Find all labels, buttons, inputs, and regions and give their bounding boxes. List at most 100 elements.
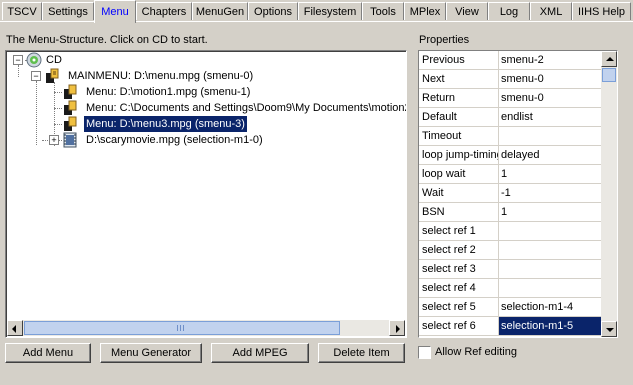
properties-header: Properties [419, 34, 470, 46]
property-value[interactable]: smenu-0 [499, 89, 601, 107]
tab-tools[interactable]: Tools [362, 2, 404, 20]
collapse-toggle[interactable]: − [13, 55, 23, 65]
property-row[interactable]: loop wait 1 [419, 165, 601, 184]
tab-bar: TSCV Settings Menu Chapters MenuGen Opti… [0, 0, 633, 23]
tab-menugen[interactable]: MenuGen [192, 2, 248, 20]
property-row[interactable]: select ref 5 selection-m1-4 [419, 298, 601, 317]
menu-structure-tree[interactable]: − CD − MAINMENU: D:\menu.mpg (smenu-0) M… [5, 50, 407, 338]
collapse-toggle[interactable]: − [31, 71, 41, 81]
menu-generator-button[interactable]: Menu Generator [100, 343, 202, 363]
property-row[interactable]: Previous smenu-2 [419, 51, 601, 70]
property-row[interactable]: loop jump-timing delayed [419, 146, 601, 165]
tab-filesystem[interactable]: Filesystem [298, 2, 362, 20]
scrollbar-thumb[interactable] [602, 68, 616, 82]
tree-item-label: Menu: C:\Documents and Settings\Doom9\My… [86, 102, 406, 114]
properties-grid[interactable]: Previous smenu-2 Next smenu-0 Return smenu-… [418, 50, 618, 338]
cd-icon [26, 52, 42, 68]
tab-menu[interactable]: Menu [94, 0, 136, 23]
arrow-left-icon [12, 325, 16, 333]
tree-horizontal-scrollbar[interactable] [7, 320, 405, 336]
property-row[interactable]: BSN 1 [419, 203, 601, 222]
property-value-selected[interactable]: selection-m1-5 [499, 317, 601, 335]
property-row[interactable]: select ref 6 selection-m1-5 [419, 317, 601, 336]
properties-vertical-scrollbar[interactable] [601, 51, 617, 337]
tab-log[interactable]: Log [488, 2, 530, 20]
property-row[interactable]: Default endlist [419, 108, 601, 127]
tree-item-label: Menu: D:\motion1.mpg (smenu-1) [86, 86, 251, 98]
property-value[interactable]: smenu-2 [499, 51, 601, 69]
property-value[interactable]: smenu-0 [499, 70, 601, 88]
property-value[interactable] [499, 241, 601, 259]
property-row[interactable]: select ref 1 [419, 222, 601, 241]
tree-item-label: CD [46, 54, 62, 66]
arrow-up-icon [606, 57, 614, 61]
property-name: loop jump-timing [419, 146, 499, 164]
property-name: select ref 2 [419, 241, 499, 259]
tree-item-label: Menu: D:\menu3.mpg (smenu-3) [84, 116, 247, 132]
tab-iihs-help[interactable]: IIHS Help [572, 2, 631, 20]
grip-icon [180, 325, 181, 331]
movie-icon [62, 132, 78, 148]
tab-view[interactable]: View [446, 2, 488, 20]
menu-icon [62, 84, 78, 100]
property-value[interactable] [499, 222, 601, 240]
property-value[interactable]: selection-m1-4 [499, 298, 601, 316]
property-value[interactable]: endlist [499, 108, 601, 126]
grip-icon [177, 325, 178, 331]
tree-line [54, 108, 62, 110]
property-name: Timeout [419, 127, 499, 145]
scrollbar-thumb[interactable] [24, 321, 340, 335]
menu-icon [62, 116, 78, 132]
property-value[interactable]: delayed [499, 146, 601, 164]
property-name: BSN [419, 203, 499, 221]
property-row[interactable]: Timeout [419, 127, 601, 146]
tab-options[interactable]: Options [248, 2, 298, 20]
property-name: Previous [419, 51, 499, 69]
property-row[interactable]: Next smenu-0 [419, 70, 601, 89]
menu-icon [44, 68, 60, 84]
arrow-right-icon [396, 325, 400, 333]
property-name: select ref 1 [419, 222, 499, 240]
property-name: Return [419, 89, 499, 107]
property-value[interactable] [499, 127, 601, 145]
add-mpeg-button[interactable]: Add MPEG [211, 343, 309, 363]
property-value[interactable] [499, 260, 601, 278]
scroll-up-button[interactable] [601, 51, 617, 67]
scroll-right-button[interactable] [389, 320, 405, 336]
property-row[interactable]: select ref 3 [419, 260, 601, 279]
property-name: select ref 3 [419, 260, 499, 278]
property-name: Wait [419, 184, 499, 202]
property-row[interactable]: Return smenu-0 [419, 89, 601, 108]
property-value[interactable] [499, 279, 601, 297]
tab-mplex[interactable]: MPlex [404, 2, 446, 20]
expand-toggle[interactable]: + [49, 135, 59, 145]
menu-icon [62, 100, 78, 116]
grip-icon [183, 325, 184, 331]
tab-tscv[interactable]: TSCV [2, 2, 42, 20]
tree-item-label: MAINMENU: D:\menu.mpg (smenu-0) [68, 70, 254, 82]
property-name: loop wait [419, 165, 499, 183]
property-value[interactable]: 1 [499, 165, 601, 183]
scroll-down-button[interactable] [601, 321, 617, 337]
tree-line [54, 92, 62, 94]
property-row[interactable]: select ref 4 [419, 279, 601, 298]
tab-xml[interactable]: XML [530, 2, 572, 20]
property-row[interactable]: Wait -1 [419, 184, 601, 203]
property-value[interactable]: -1 [499, 184, 601, 202]
scroll-left-button[interactable] [7, 320, 23, 336]
add-menu-button[interactable]: Add Menu [5, 343, 91, 363]
delete-item-button[interactable]: Delete Item [318, 343, 405, 363]
property-name: select ref 5 [419, 298, 499, 316]
property-name: Next [419, 70, 499, 88]
tree-line [36, 81, 38, 145]
tree-item-label: D:\scarymovie.mpg (selection-m1-0) [86, 134, 263, 146]
tree-line [18, 65, 20, 77]
tree-header: The Menu-Structure. Click on CD to start… [6, 34, 208, 46]
property-value[interactable]: 1 [499, 203, 601, 221]
allow-ref-editing-label: Allow Ref editing [435, 346, 517, 358]
property-row[interactable]: select ref 2 [419, 241, 601, 260]
tab-settings[interactable]: Settings [42, 2, 94, 20]
allow-ref-editing-checkbox[interactable] [418, 346, 431, 359]
tab-chapters[interactable]: Chapters [136, 2, 192, 20]
arrow-down-icon [606, 328, 614, 332]
